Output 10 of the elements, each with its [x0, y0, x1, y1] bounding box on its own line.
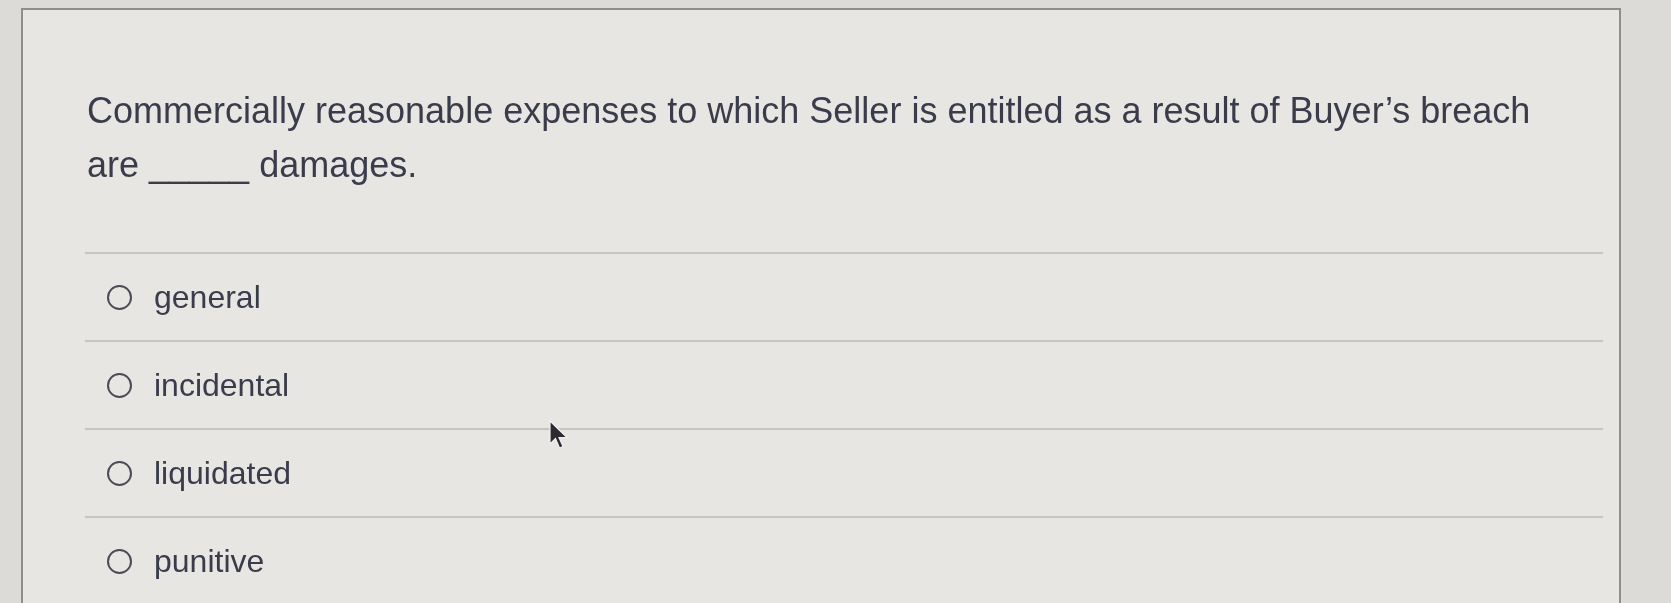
option-label[interactable]: incidental	[154, 366, 290, 404]
radio-button[interactable]	[107, 460, 132, 486]
radio-button[interactable]	[107, 284, 132, 310]
option-label[interactable]: punitive	[154, 542, 265, 580]
radio-button[interactable]	[107, 548, 132, 574]
question-text: Commercially reasonable expenses to which Seller is entitled as a result of Buyer’s breach are _____ damages.	[87, 89, 1532, 187]
option-label[interactable]: liquidated	[154, 454, 291, 492]
option-label[interactable]: general	[154, 278, 261, 316]
radio-button[interactable]	[107, 372, 132, 398]
pointer-cursor-icon	[549, 420, 569, 450]
